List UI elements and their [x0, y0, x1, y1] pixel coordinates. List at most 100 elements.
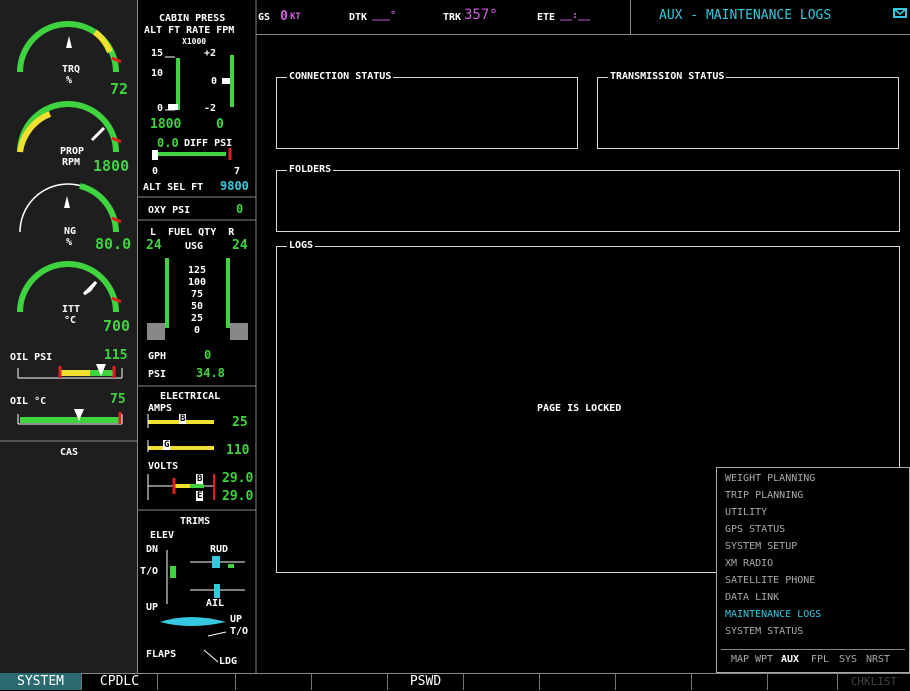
softkey-checklist[interactable]: CHKLIST — [838, 673, 910, 690]
cabin-alt-bot: 0 — [157, 103, 164, 114]
trim-to2-label: T/O — [230, 626, 249, 637]
trim-rud-label: RUD — [210, 544, 229, 555]
menu-item-gps-status[interactable]: GPS STATUS — [725, 524, 785, 535]
folders-box: FOLDERS — [276, 164, 900, 232]
menu-item-system-setup[interactable]: SYSTEM SETUP — [725, 541, 797, 552]
softkey-3[interactable] — [158, 673, 236, 690]
menu-item-xm-radio[interactable]: XM RADIO — [725, 558, 773, 569]
softkey-pswd[interactable]: PSWD — [388, 673, 464, 690]
prop-label: PROP — [60, 146, 85, 157]
oil-psi-label: OIL PSI — [10, 352, 53, 363]
cabin-rate-bar — [222, 55, 234, 107]
trim-to-label: T/O — [140, 566, 159, 577]
group-tab-fpl[interactable]: FPL — [811, 654, 829, 665]
softkey-8[interactable] — [540, 673, 616, 690]
menu-item-utility[interactable]: UTILITY — [725, 507, 767, 518]
cabin-rate-bot: -2 — [204, 103, 217, 114]
group-tab-sys[interactable]: SYS — [839, 654, 857, 665]
trk-label: TRK — [443, 12, 462, 23]
volts1-value: 29.0 — [222, 471, 254, 486]
cabin-alt-top: 15 — [151, 48, 164, 59]
fuel-scale-125: 125 — [188, 265, 207, 276]
oil-temp-label: OIL °C — [10, 396, 47, 407]
trq-unit: % — [66, 75, 73, 86]
trims-title: TRIMS — [180, 516, 211, 527]
cabin-press-sub: ALT FT RATE FPM — [144, 25, 235, 36]
dtk-value: ___° — [372, 10, 397, 21]
connection-status-box: CONNECTION STATUS — [276, 71, 578, 149]
prop-gauge-arc — [17, 101, 122, 153]
oil-temp-bar — [17, 409, 123, 425]
alt-sel-value[interactable]: 9800 — [220, 180, 249, 193]
cabin-rate-top: +2 — [204, 48, 217, 59]
diff-psi-label: DIFF PSI — [184, 138, 233, 149]
fuel-psi-label: PSI — [148, 369, 167, 380]
cabin-alt-value: 1800 — [150, 117, 182, 132]
ete-label: ETE — [537, 12, 556, 23]
fuel-scale-50: 50 — [191, 301, 204, 312]
prop-unit: RPM — [62, 157, 81, 168]
connection-status-label: CONNECTION STATUS — [287, 71, 394, 82]
folders-label: FOLDERS — [287, 164, 334, 175]
page-title: AUX - MAINTENANCE LOGS — [659, 8, 832, 23]
fuel-psi-value: 34.8 — [196, 366, 225, 380]
electrical-title: ELECTRICAL — [160, 391, 221, 402]
group-tab-aux[interactable]: AUX — [781, 654, 799, 665]
menu-item-system-status[interactable]: SYSTEM STATUS — [725, 626, 803, 637]
trq-value: 72 — [110, 80, 129, 98]
softkey-cpdlc[interactable]: CPDLC — [82, 673, 158, 690]
ete-value: __:__ — [560, 10, 591, 21]
menu-item-trip-planning[interactable]: TRIP PLANNING — [725, 490, 803, 501]
softkey-5[interactable] — [312, 673, 388, 690]
fuel-right-value: 24 — [232, 238, 248, 253]
gs-label: GS — [258, 12, 271, 23]
gs-value: 0 — [280, 9, 288, 24]
title-divider — [630, 0, 631, 34]
cabin-rate-mid: 0 — [211, 76, 218, 87]
oil-temp-value: 75 — [110, 392, 126, 407]
itt-value: 700 — [103, 317, 131, 335]
diff-psi-value: 0.0 — [157, 136, 179, 150]
menu-item-satellite-phone[interactable]: SATELLITE PHONE — [725, 575, 815, 586]
group-tab-map[interactable]: MAP — [731, 654, 749, 665]
transmission-status-box: TRANSMISSION STATUS — [597, 71, 899, 149]
softkey-7[interactable] — [464, 673, 540, 690]
volts-label: VOLTS — [148, 461, 179, 472]
cabin-alt-mid: 10 — [151, 68, 164, 79]
volts2-tag: E — [196, 491, 204, 501]
group-tab-nrst[interactable]: NRST — [866, 654, 890, 665]
transmission-status-label: TRANSMISSION STATUS — [608, 71, 727, 82]
softkey-system[interactable]: SYSTEM — [0, 673, 82, 690]
alt-sel-label: ALT SEL FT — [143, 182, 204, 193]
page-locked-text: PAGE IS LOCKED — [537, 403, 622, 414]
trim-dn-label: DN — [146, 544, 159, 555]
trq-label: TRQ — [62, 64, 81, 75]
menu-item-maintenance-logs[interactable]: MAINTENANCE LOGS — [725, 609, 821, 620]
gph-value: 0 — [204, 348, 212, 362]
softkey-4[interactable] — [236, 673, 312, 690]
logs-label: LOGS — [287, 240, 316, 251]
amps-label: AMPS — [148, 403, 173, 414]
fuel-scale-25: 25 — [191, 313, 204, 324]
oxy-label: OXY PSI — [148, 205, 191, 216]
menu-item-data-link[interactable]: DATA LINK — [725, 592, 779, 603]
fuel-left-bar — [147, 258, 169, 340]
softkey-9[interactable] — [616, 673, 692, 690]
fuel-right-bar — [226, 258, 248, 340]
diff-max: 7 — [234, 166, 241, 177]
cabin-x1000: X1000 — [182, 37, 207, 46]
softkey-10[interactable] — [692, 673, 768, 690]
flaps-ldg-label: LDG — [219, 656, 238, 667]
fuel-left-value: 24 — [146, 238, 162, 253]
ng-label: NG — [64, 226, 77, 237]
itt-unit: °C — [64, 315, 77, 326]
ng-value: 80.0 — [95, 235, 132, 253]
group-tab-wpt[interactable]: WPT — [755, 654, 773, 665]
message-icon[interactable] — [893, 8, 907, 18]
itt-label: ITT — [62, 304, 81, 315]
softkey-11[interactable] — [768, 673, 838, 690]
fuel-usg-label: USG — [185, 241, 204, 252]
amps1-value: 25 — [232, 415, 248, 430]
volts2-value: 29.0 — [222, 489, 254, 504]
menu-item-weight-planning[interactable]: WEIGHT PLANNING — [725, 473, 815, 484]
